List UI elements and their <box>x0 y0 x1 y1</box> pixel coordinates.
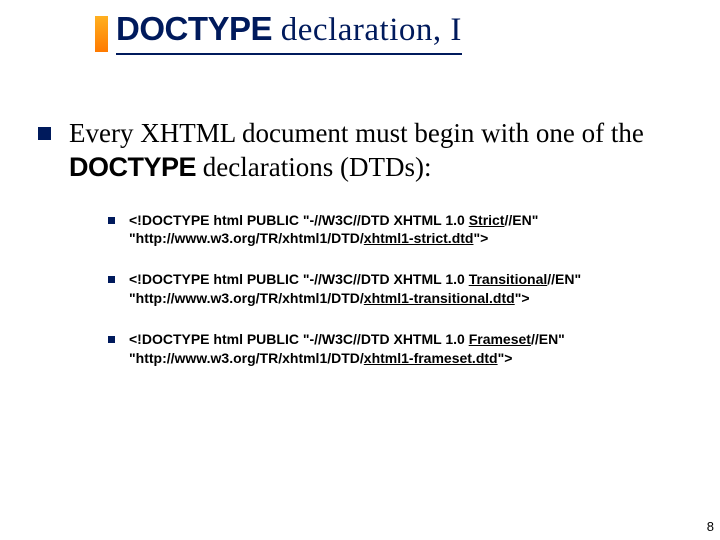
title-rest: declaration, I <box>272 12 462 48</box>
square-bullet-icon <box>38 127 51 140</box>
code-seg: "> <box>515 290 530 306</box>
code-seg: <!DOCTYPE html PUBLIC "-//W3C//DTD XHTML… <box>129 212 469 228</box>
code-text: <!DOCTYPE html PUBLIC "-//W3C//DTD XHTML… <box>129 330 660 368</box>
slide-title-area: DOCTYPE declaration, I <box>0 0 720 55</box>
code-seg: <!DOCTYPE html PUBLIC "-//W3C//DTD XHTML… <box>129 331 469 347</box>
code-seg: "> <box>498 350 513 366</box>
accent-bar-icon <box>95 16 108 52</box>
main-pre: Every XHTML document must begin with one… <box>69 118 644 148</box>
code-text: <!DOCTYPE html PUBLIC "-//W3C//DTD XHTML… <box>129 211 660 249</box>
list-item: <!DOCTYPE html PUBLIC "-//W3C//DTD XHTML… <box>108 211 660 249</box>
slide-title: DOCTYPE declaration, I <box>116 10 462 55</box>
code-underline: Frameset <box>469 331 531 347</box>
list-item: <!DOCTYPE html PUBLIC "-//W3C//DTD XHTML… <box>108 330 660 368</box>
square-bullet-icon <box>108 336 115 343</box>
code-underline: Transitional <box>469 271 548 287</box>
code-underline: xhtml1-strict.dtd <box>364 230 474 246</box>
code-underline: Strict <box>469 212 505 228</box>
sub-bullet-list: <!DOCTYPE html PUBLIC "-//W3C//DTD XHTML… <box>38 211 680 368</box>
main-post: declarations (DTDs): <box>196 152 431 182</box>
main-text: Every XHTML document must begin with one… <box>69 117 680 185</box>
main-mono: DOCTYPE <box>69 152 196 182</box>
page-number: 8 <box>707 519 714 534</box>
list-item: <!DOCTYPE html PUBLIC "-//W3C//DTD XHTML… <box>108 270 660 308</box>
square-bullet-icon <box>108 217 115 224</box>
code-seg: "> <box>473 230 488 246</box>
square-bullet-icon <box>108 276 115 283</box>
slide-body: Every XHTML document must begin with one… <box>0 55 720 368</box>
main-bullet: Every XHTML document must begin with one… <box>38 117 680 185</box>
code-seg: <!DOCTYPE html PUBLIC "-//W3C//DTD XHTML… <box>129 271 469 287</box>
title-bold: DOCTYPE <box>116 10 272 47</box>
code-underline: xhtml1-frameset.dtd <box>364 350 498 366</box>
code-underline: xhtml1-transitional.dtd <box>364 290 515 306</box>
code-text: <!DOCTYPE html PUBLIC "-//W3C//DTD XHTML… <box>129 270 660 308</box>
